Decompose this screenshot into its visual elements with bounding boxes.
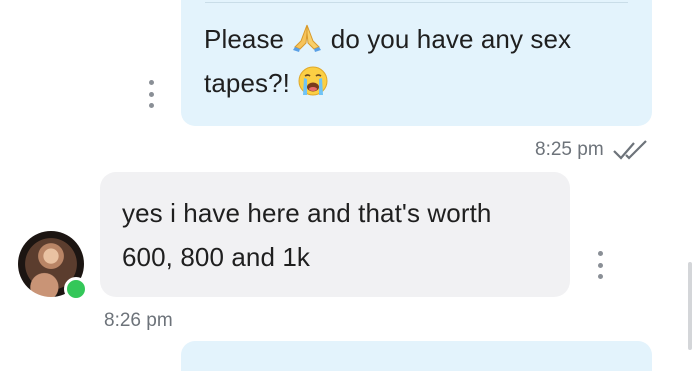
dot	[597, 251, 603, 256]
dot	[597, 262, 603, 268]
double-check-icon	[613, 140, 647, 160]
scrollbar[interactable]	[688, 262, 692, 350]
outgoing-message-bubble[interactable]	[181, 341, 652, 371]
outgoing-message-bubble[interactable]: Please do you have any sex tapes?!	[181, 0, 652, 126]
message-line: 600, 800 and 1k	[122, 242, 310, 272]
message-line: yes i have here and that's worth	[122, 198, 492, 228]
incoming-timestamp: 8:26 pm	[104, 310, 173, 331]
dot	[597, 274, 603, 279]
message-text-part: Please	[204, 24, 285, 54]
message-text-part: do you have any sex	[330, 24, 572, 54]
incoming-message-bubble[interactable]: yes i have here and that's worth 600, 80…	[100, 172, 570, 297]
outgoing-timestamp: 8:25 pm	[535, 139, 604, 160]
folded-hands-icon	[293, 24, 322, 52]
message-options-button[interactable]	[596, 251, 604, 279]
message-options-button[interactable]	[147, 80, 155, 108]
loudly-crying-face-icon	[298, 66, 328, 96]
dot	[148, 80, 154, 85]
dot	[148, 103, 154, 108]
quoted-divider	[205, 2, 628, 3]
outgoing-message-text: Please do you have any sex tapes?!	[204, 17, 634, 105]
incoming-message-text: yes i have here and that's worth 600, 80…	[122, 191, 552, 279]
online-status-indicator	[64, 277, 88, 301]
message-text-part: tapes?!	[204, 68, 290, 98]
dot	[148, 91, 154, 97]
